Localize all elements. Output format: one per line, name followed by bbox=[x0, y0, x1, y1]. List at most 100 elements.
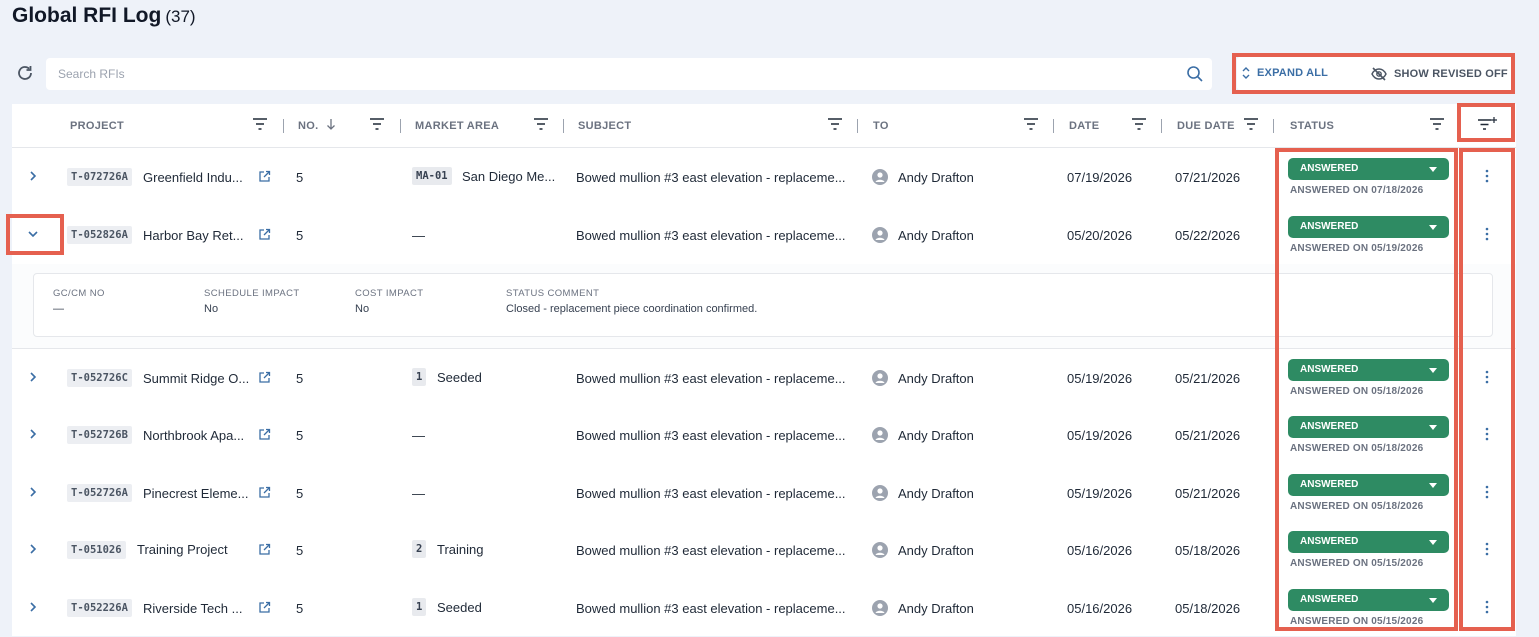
rfi-date: 07/19/2026 bbox=[1067, 170, 1133, 185]
status-label: ANSWERED bbox=[1300, 536, 1359, 547]
table-row[interactable]: T-052826A Harbor Bay Ret... 5 — Bowed mu… bbox=[12, 206, 1516, 264]
filter-plus-icon[interactable] bbox=[1477, 116, 1499, 132]
external-link-icon[interactable] bbox=[258, 486, 271, 499]
caret-down-icon bbox=[1429, 483, 1437, 488]
detail-schedule-label: SCHEDULE IMPACT bbox=[204, 288, 300, 299]
rfi-to: Andy Drafton bbox=[898, 228, 974, 243]
expand-all-button[interactable]: EXPAND ALL bbox=[1242, 67, 1328, 79]
more-options-icon[interactable] bbox=[1480, 226, 1494, 242]
filter-icon[interactable] bbox=[533, 117, 549, 131]
more-options-icon[interactable] bbox=[1480, 168, 1494, 184]
rfi-date: 05/20/2026 bbox=[1067, 228, 1133, 243]
chevron-right-icon[interactable] bbox=[26, 370, 40, 384]
caret-down-icon bbox=[1429, 425, 1437, 430]
status-answered-on: ANSWERED ON 05/18/2026 bbox=[1290, 386, 1424, 397]
chevron-right-icon[interactable] bbox=[26, 169, 40, 183]
rfi-due-date: 05/18/2026 bbox=[1175, 543, 1241, 558]
table-row[interactable]: T-052726A Pinecrest Eleme... 5 — Bowed m… bbox=[12, 464, 1516, 522]
table-row[interactable]: T-052226A Riverside Tech ... 5 1 Seeded … bbox=[12, 579, 1516, 637]
status-dropdown[interactable]: ANSWERED bbox=[1288, 216, 1449, 238]
status-dropdown[interactable]: ANSWERED bbox=[1288, 474, 1449, 496]
status-label: ANSWERED bbox=[1300, 479, 1359, 490]
rfi-number: 5 bbox=[296, 170, 304, 185]
rfi-subject[interactable]: Bowed mullion #3 east elevation - replac… bbox=[576, 543, 846, 558]
user-avatar-icon bbox=[872, 370, 888, 386]
rfi-to: Andy Drafton bbox=[898, 371, 974, 386]
status-answered-on: ANSWERED ON 05/15/2026 bbox=[1290, 558, 1424, 569]
project-code: T-052726C bbox=[67, 369, 132, 387]
filter-icon[interactable] bbox=[252, 117, 268, 131]
external-link-icon[interactable] bbox=[258, 371, 271, 384]
project-name: Northbrook Apa... bbox=[143, 428, 245, 443]
rfi-subject[interactable]: Bowed mullion #3 east elevation - replac… bbox=[576, 228, 846, 243]
rfi-subject[interactable]: Bowed mullion #3 east elevation - replac… bbox=[576, 601, 846, 616]
table-row[interactable]: T-072726A Greenfield Indu... 5 MA-01 San… bbox=[12, 148, 1516, 206]
more-options-icon[interactable] bbox=[1480, 369, 1494, 385]
detail-cost-label: COST IMPACT bbox=[355, 288, 424, 299]
project-code: T-052226A bbox=[67, 599, 132, 617]
chevron-right-icon[interactable] bbox=[26, 600, 40, 614]
external-link-icon[interactable] bbox=[258, 170, 271, 183]
status-label: ANSWERED bbox=[1300, 221, 1359, 232]
col-date: DATE bbox=[1069, 120, 1100, 132]
caret-down-icon bbox=[1429, 167, 1437, 172]
status-answered-on: ANSWERED ON 05/18/2026 bbox=[1290, 501, 1424, 512]
status-dropdown[interactable]: ANSWERED bbox=[1288, 359, 1449, 381]
status-dropdown[interactable]: ANSWERED bbox=[1288, 416, 1449, 438]
rfi-subject[interactable]: Bowed mullion #3 east elevation - replac… bbox=[576, 371, 846, 386]
external-link-icon[interactable] bbox=[258, 228, 271, 241]
external-link-icon[interactable] bbox=[258, 543, 271, 556]
external-link-icon[interactable] bbox=[258, 601, 271, 614]
chevron-down-icon[interactable] bbox=[26, 227, 40, 241]
status-dropdown[interactable]: ANSWERED bbox=[1288, 158, 1449, 180]
col-due-date: DUE DATE bbox=[1177, 120, 1235, 132]
market-area-name: Training bbox=[437, 542, 484, 557]
search-icon[interactable] bbox=[1186, 65, 1204, 83]
chevron-right-icon[interactable] bbox=[26, 427, 40, 441]
more-options-icon[interactable] bbox=[1480, 599, 1494, 615]
detail-gc-value: — bbox=[53, 303, 64, 315]
col-no[interactable]: NO. bbox=[298, 120, 318, 132]
show-revised-toggle[interactable]: SHOW REVISED OFF bbox=[1371, 67, 1508, 81]
table-row[interactable]: T-051026 Training Project 5 2 Training B… bbox=[12, 521, 1516, 579]
user-avatar-icon bbox=[872, 485, 888, 501]
project-name: Harbor Bay Ret... bbox=[143, 228, 244, 243]
table-row[interactable]: T-052726B Northbrook Apa... 5 — Bowed mu… bbox=[12, 406, 1516, 464]
more-options-icon[interactable] bbox=[1480, 426, 1494, 442]
sort-down-icon[interactable] bbox=[326, 118, 336, 131]
rfi-subject[interactable]: Bowed mullion #3 east elevation - replac… bbox=[576, 486, 846, 501]
more-options-icon[interactable] bbox=[1480, 484, 1494, 500]
status-dropdown[interactable]: ANSWERED bbox=[1288, 589, 1449, 611]
filter-icon[interactable] bbox=[827, 117, 843, 131]
rfi-to: Andy Drafton bbox=[898, 601, 974, 616]
filter-icon[interactable] bbox=[1243, 117, 1259, 131]
rfi-subject[interactable]: Bowed mullion #3 east elevation - replac… bbox=[576, 170, 846, 185]
chevron-right-icon[interactable] bbox=[26, 542, 40, 556]
external-link-icon[interactable] bbox=[258, 428, 271, 441]
project-name: Summit Ridge O... bbox=[143, 371, 250, 386]
market-area-name: Seeded bbox=[437, 600, 482, 615]
table-header: PROJECT NO. MARKET AREA SUBJECT TO DATE … bbox=[12, 104, 1516, 148]
chevron-right-icon[interactable] bbox=[26, 485, 40, 499]
filter-icon[interactable] bbox=[1023, 117, 1039, 131]
refresh-icon[interactable] bbox=[15, 63, 35, 83]
table-row[interactable]: T-052726C Summit Ridge O... 5 1 Seeded B… bbox=[12, 349, 1516, 407]
filter-icon[interactable] bbox=[369, 117, 385, 131]
detail-comment-label: STATUS COMMENT bbox=[506, 288, 600, 299]
project-name: Training Project bbox=[137, 542, 228, 557]
status-dropdown[interactable]: ANSWERED bbox=[1288, 531, 1449, 553]
filter-icon[interactable] bbox=[1131, 117, 1147, 131]
page-title-text: Global RFI Log bbox=[12, 4, 162, 27]
filter-icon[interactable] bbox=[1429, 117, 1445, 131]
status-answered-on: ANSWERED ON 05/15/2026 bbox=[1290, 616, 1424, 627]
rfi-subject[interactable]: Bowed mullion #3 east elevation - replac… bbox=[576, 428, 846, 443]
project-name: Greenfield Indu... bbox=[143, 170, 243, 185]
project-code: T-051026 bbox=[67, 541, 126, 559]
market-area-badge: MA-01 bbox=[412, 167, 452, 185]
more-options-icon[interactable] bbox=[1480, 541, 1494, 557]
rfi-due-date: 05/21/2026 bbox=[1175, 371, 1241, 386]
search-input[interactable] bbox=[46, 58, 1146, 90]
market-area-name: — bbox=[412, 428, 425, 443]
market-area-badge: 1 bbox=[412, 368, 427, 386]
project-code: T-052726B bbox=[67, 426, 132, 444]
